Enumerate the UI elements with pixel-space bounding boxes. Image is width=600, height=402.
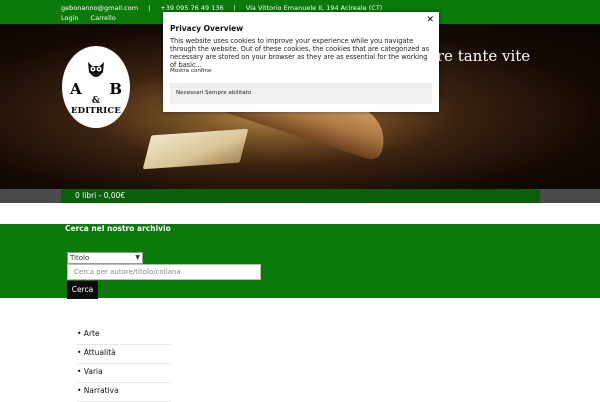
logo-ampersand: & xyxy=(91,96,101,106)
cart-bar: 0 libri - 0,00€ xyxy=(0,189,600,203)
logo-name: EDITRICE xyxy=(70,106,122,116)
address-text: Via Vittorio Emanuele II, 194 Acireale (… xyxy=(245,4,383,12)
phone-link[interactable]: +39 095 76 49 136 xyxy=(160,4,223,12)
site-logo[interactable]: A B & EDITRICE xyxy=(62,46,130,128)
close-icon[interactable]: ✕ xyxy=(426,15,434,25)
hero-image-book xyxy=(142,128,249,170)
search-button[interactable]: Cerca xyxy=(67,281,98,299)
category-item[interactable]: • Narrativa xyxy=(77,383,171,402)
privacy-modal: ✕ Privacy Overview This website uses coo… xyxy=(163,12,439,112)
category-item[interactable]: • Varia xyxy=(77,364,171,383)
search-input[interactable]: Cerca per autore/titolo/collana xyxy=(67,264,261,280)
category-item[interactable]: • Attualità xyxy=(77,345,171,364)
modal-title: Privacy Overview xyxy=(170,24,244,33)
necessary-state: Sempre abilitato xyxy=(205,90,252,96)
cart-link[interactable]: Carrello xyxy=(91,14,116,22)
select-value: Titolo xyxy=(70,254,90,262)
contact-row: gebonanno@gmail.com | +39 095 76 49 136 … xyxy=(61,4,382,12)
necessary-cookies-row[interactable]: Necessari Sempre abilitato xyxy=(170,83,432,104)
search-title: Cerca nel nostro archivio xyxy=(65,224,171,233)
modal-body: This website uses cookies to improve you… xyxy=(170,37,430,69)
category-list: • Arte • Attualità • Varia • Narrativa xyxy=(77,326,171,402)
chevron-down-icon: ▼ xyxy=(135,254,140,261)
separator: | xyxy=(233,4,236,12)
necessary-label: Necessari xyxy=(176,90,204,96)
cart-summary[interactable]: 0 libri - 0,00€ xyxy=(61,189,540,203)
search-field-select[interactable]: Titolo ▼ xyxy=(67,252,143,264)
separator: | xyxy=(148,4,151,12)
owl-icon xyxy=(88,62,104,77)
account-row: Login Carrello xyxy=(61,14,116,22)
email-link[interactable]: gebonanno@gmail.com xyxy=(61,4,138,12)
hero-tagline: ere tante vite xyxy=(428,47,531,65)
login-link[interactable]: Login xyxy=(61,14,79,22)
category-item[interactable]: • Arte xyxy=(77,326,171,345)
show-more-link[interactable]: Mostra confine xyxy=(170,68,211,74)
